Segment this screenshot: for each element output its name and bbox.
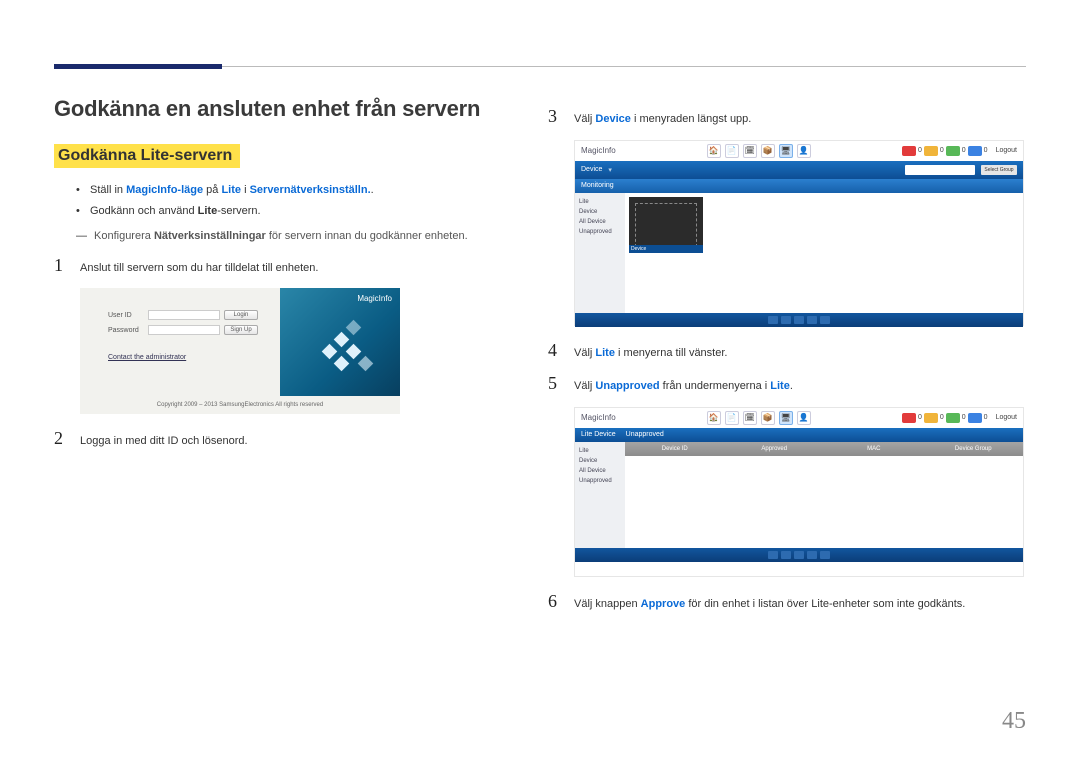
app-brand: MagicInfo [581, 146, 616, 155]
side-item-lite[interactable]: Lite [578, 197, 622, 207]
status-pill-amber [924, 146, 938, 156]
magicinfo-logo-text: MagicInfo [357, 294, 392, 303]
step-4: 4 Välj Lite i menyerna till vänster. [548, 340, 1026, 362]
login-copyright: Copyright 2009 – 2013 SamsungElectronics… [80, 402, 400, 408]
nav-schedule-icon[interactable]: 🗓 [743, 144, 757, 158]
group-select[interactable] [905, 165, 975, 175]
nav-content-icon[interactable]: 📄 [725, 411, 739, 425]
logout-link[interactable]: Logout [996, 147, 1017, 154]
side-item-all[interactable]: All Device [578, 466, 622, 476]
side-item-lite[interactable]: Lite [578, 446, 622, 456]
side-item-unapproved[interactable]: Unapproved [578, 476, 622, 486]
bullet-item: Godkänn och använd Lite-servern. [76, 203, 524, 221]
top-nav-icons: 🏠 📄 🗓 📦 🖥 👤 [707, 144, 811, 158]
screenshot-device-monitoring: MagicInfo 🏠 📄 🗓 📦 🖥 👤 0 0 0 0 Logout [574, 140, 1024, 326]
left-menu: Lite Device All Device Unapproved [575, 442, 625, 548]
app-brand: MagicInfo [581, 413, 616, 422]
step-text: Välj Lite i menyerna till vänster. [574, 340, 727, 362]
step-1: 1 Anslut till servern som du har tilldel… [54, 255, 524, 277]
nav-home-icon[interactable]: 🏠 [707, 144, 721, 158]
screenshot-login: User ID Login Password Sign Up Contact t… [80, 288, 400, 414]
step-number: 4 [548, 340, 574, 362]
step-number: 2 [54, 428, 80, 450]
status-area: 0 0 0 0 Logout [902, 413, 1017, 423]
section-heading: Godkänna Lite-servern [54, 144, 240, 168]
side-item-device[interactable]: Device [578, 456, 622, 466]
login-user-input[interactable] [148, 310, 220, 320]
status-pill-red [902, 146, 916, 156]
step-number: 5 [548, 373, 574, 395]
status-pill-blue [968, 146, 982, 156]
device-thumbnail[interactable]: Device [629, 197, 703, 253]
signup-button[interactable]: Sign Up [224, 325, 258, 335]
table-header-row: Device ID Approved MAC Device Group [625, 442, 1023, 456]
nav-package-icon[interactable]: 📦 [761, 144, 775, 158]
side-item-device[interactable]: Device [578, 207, 622, 217]
subtab-monitoring[interactable]: Monitoring [581, 182, 614, 189]
step-number: 1 [54, 255, 80, 277]
nav-user-icon[interactable]: 👤 [797, 411, 811, 425]
page-title: Godkänna en ansluten enhet från servern [54, 96, 524, 122]
left-menu: Lite Device All Device Unapproved [575, 193, 625, 313]
pager-footer [575, 548, 1023, 562]
subtab-unapproved[interactable]: Unapproved [626, 431, 664, 438]
select-group-button[interactable]: Select Group [981, 165, 1017, 175]
nav-content-icon[interactable]: 📄 [725, 144, 739, 158]
side-item-unapproved[interactable]: Unapproved [578, 227, 622, 237]
status-area: 0 0 0 0 Logout [902, 146, 1017, 156]
contact-admin-link[interactable]: Contact the administrator [108, 354, 186, 361]
nav-user-icon[interactable]: 👤 [797, 144, 811, 158]
login-button[interactable]: Login [224, 310, 258, 320]
nav-package-icon[interactable]: 📦 [761, 411, 775, 425]
nav-home-icon[interactable]: 🏠 [707, 411, 721, 425]
login-user-label: User ID [108, 312, 148, 319]
side-item-all[interactable]: All Device [578, 217, 622, 227]
nav-schedule-icon[interactable]: 🗓 [743, 411, 757, 425]
page-number: 45 [1002, 708, 1026, 735]
step-text: Anslut till servern som du har tilldelat… [80, 255, 318, 277]
step-2: 2 Logga in med ditt ID och lösenord. [54, 428, 524, 450]
nav-device-icon[interactable]: 🖥 [779, 144, 793, 158]
pager-footer [575, 313, 1023, 327]
intro-bullets: Ställ in MagicInfo-läge på Lite i Server… [76, 182, 524, 220]
top-nav-icons: 🏠 📄 🗓 📦 🖥 👤 [707, 411, 811, 425]
status-pill-green [946, 146, 960, 156]
step-number: 3 [548, 106, 574, 128]
login-pass-label: Password [108, 327, 148, 334]
step-3: 3 Välj Device i menyraden längst upp. [548, 106, 1026, 128]
menu-device-label[interactable]: Device [581, 166, 602, 173]
top-accent-bar [54, 64, 222, 69]
config-note: ― Konfigurera Nätverksinställningar för … [76, 228, 524, 245]
login-pass-input[interactable] [148, 325, 220, 335]
step-text: Välj Unapproved från undermenyerna i Lit… [574, 373, 793, 395]
logout-link[interactable]: Logout [996, 414, 1017, 421]
nav-device-icon[interactable]: 🖥 [779, 411, 793, 425]
login-brand-panel: MagicInfo [280, 288, 400, 396]
subtab-lite-device[interactable]: Lite Device [581, 431, 616, 438]
step-5: 5 Välj Unapproved från undermenyerna i L… [548, 373, 1026, 395]
bullet-item: Ställ in MagicInfo-läge på Lite i Server… [76, 182, 524, 200]
step-number: 6 [548, 591, 574, 613]
step-text: Välj knappen Approve för din enhet i lis… [574, 591, 965, 613]
step-text: Logga in med ditt ID och lösenord. [80, 428, 248, 450]
step-text: Välj Device i menyraden längst upp. [574, 106, 751, 128]
step-6: 6 Välj knappen Approve för din enhet i l… [548, 591, 1026, 613]
screenshot-device-unapproved: MagicInfo 🏠 📄 🗓 📦 🖥 👤 0 0 0 0 Logout [574, 407, 1024, 577]
